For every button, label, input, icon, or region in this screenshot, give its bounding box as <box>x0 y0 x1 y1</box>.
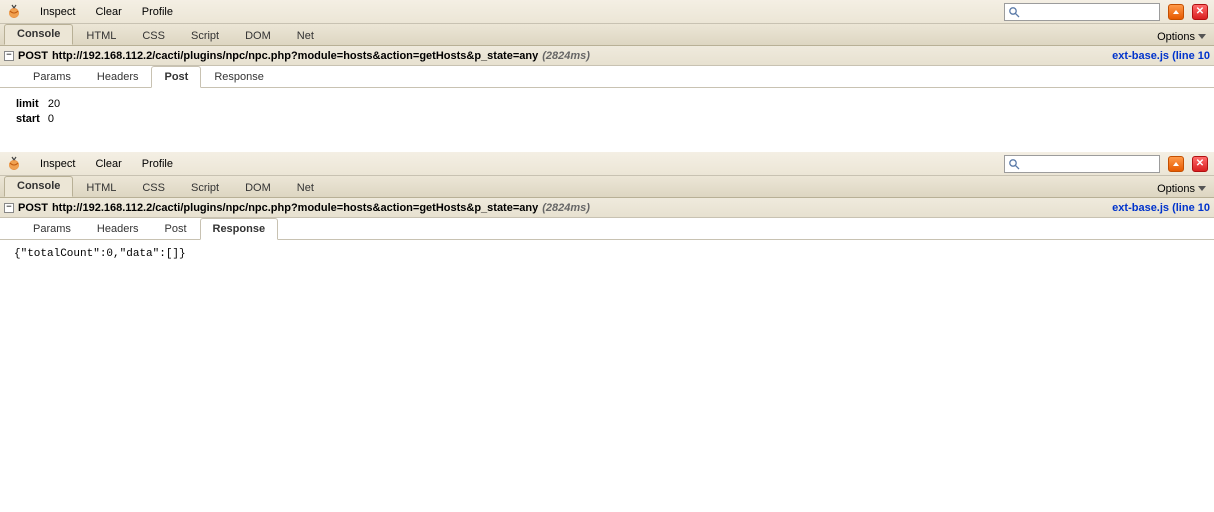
subtab-params[interactable]: Params <box>20 66 84 88</box>
chevron-up-icon <box>1173 10 1179 14</box>
post-panel: limit 20 start 0 <box>0 88 1214 142</box>
request-subtabs: Params Headers Post Response <box>0 218 1214 240</box>
source-link[interactable]: ext-base.js (line 10 <box>1112 202 1210 214</box>
subtab-headers[interactable]: Headers <box>84 66 152 88</box>
options-label: Options <box>1157 183 1195 195</box>
subtab-params[interactable]: Params <box>20 218 84 240</box>
request-method: POST <box>18 50 48 62</box>
subtab-headers[interactable]: Headers <box>84 218 152 240</box>
search-icon <box>1008 158 1020 170</box>
options-label: Options <box>1157 31 1195 43</box>
main-toolbar: Inspect Clear Profile ✕ <box>0 152 1214 176</box>
tab-dom[interactable]: DOM <box>232 25 284 46</box>
subtab-response[interactable]: Response <box>200 218 279 240</box>
request-method: POST <box>18 202 48 214</box>
close-button[interactable]: ✕ <box>1192 156 1208 172</box>
param-value: 0 <box>48 113 66 126</box>
profile-button[interactable]: Profile <box>134 156 181 172</box>
tab-net[interactable]: Net <box>284 177 327 198</box>
source-link[interactable]: ext-base.js (line 10 <box>1112 50 1210 62</box>
search-field[interactable] <box>1004 155 1160 173</box>
search-input[interactable] <box>1023 5 1156 19</box>
inspect-button[interactable]: Inspect <box>32 4 83 20</box>
tab-script[interactable]: Script <box>178 177 232 198</box>
tab-css[interactable]: CSS <box>129 25 178 46</box>
request-row[interactable]: − POST http://192.168.112.2/cacti/plugin… <box>0 198 1214 218</box>
collapse-toggle[interactable]: − <box>4 203 14 213</box>
request-url: http://192.168.112.2/cacti/plugins/npc/n… <box>52 202 538 214</box>
close-button[interactable]: ✕ <box>1192 4 1208 20</box>
tab-css[interactable]: CSS <box>129 177 178 198</box>
tab-script[interactable]: Script <box>178 25 232 46</box>
clear-button[interactable]: Clear <box>87 4 129 20</box>
chevron-up-icon <box>1173 162 1179 166</box>
chevron-down-icon <box>1198 186 1206 191</box>
request-timing: (2824ms) <box>542 202 590 214</box>
request-timing: (2824ms) <box>542 50 590 62</box>
response-panel: {"totalCount":0,"data":[]} <box>0 240 1214 274</box>
minimize-button[interactable] <box>1168 156 1184 172</box>
request-row[interactable]: − POST http://192.168.112.2/cacti/plugin… <box>0 46 1214 66</box>
response-body: {"totalCount":0,"data":[]} <box>14 248 1200 260</box>
profile-button[interactable]: Profile <box>134 4 181 20</box>
panel-tabs: Console HTML CSS Script DOM Net Options <box>0 176 1214 198</box>
options-menu[interactable]: Options <box>1149 24 1214 45</box>
param-row: start 0 <box>16 113 66 126</box>
subtab-post[interactable]: Post <box>151 66 201 88</box>
subtab-post[interactable]: Post <box>151 218 199 240</box>
collapse-toggle[interactable]: − <box>4 51 14 61</box>
options-menu[interactable]: Options <box>1149 176 1214 197</box>
panel-tabs: Console HTML CSS Script DOM Net Options <box>0 24 1214 46</box>
param-key: limit <box>16 98 46 111</box>
chevron-down-icon <box>1198 34 1206 39</box>
firebug-icon[interactable] <box>6 4 22 20</box>
tab-html[interactable]: HTML <box>73 177 129 198</box>
param-row: limit 20 <box>16 98 66 111</box>
search-icon <box>1008 6 1020 18</box>
search-input[interactable] <box>1023 157 1156 171</box>
main-toolbar: Inspect Clear Profile ✕ <box>0 0 1214 24</box>
param-key: start <box>16 113 46 126</box>
tab-console[interactable]: Console <box>4 176 73 197</box>
search-field[interactable] <box>1004 3 1160 21</box>
subtab-response[interactable]: Response <box>201 66 277 88</box>
firebug-icon[interactable] <box>6 156 22 172</box>
tab-console[interactable]: Console <box>4 24 73 45</box>
clear-button[interactable]: Clear <box>87 156 129 172</box>
inspect-button[interactable]: Inspect <box>32 156 83 172</box>
request-subtabs: Params Headers Post Response <box>0 66 1214 88</box>
tab-dom[interactable]: DOM <box>232 177 284 198</box>
tab-net[interactable]: Net <box>284 25 327 46</box>
tab-html[interactable]: HTML <box>73 25 129 46</box>
param-value: 20 <box>48 98 66 111</box>
request-url: http://192.168.112.2/cacti/plugins/npc/n… <box>52 50 538 62</box>
minimize-button[interactable] <box>1168 4 1184 20</box>
